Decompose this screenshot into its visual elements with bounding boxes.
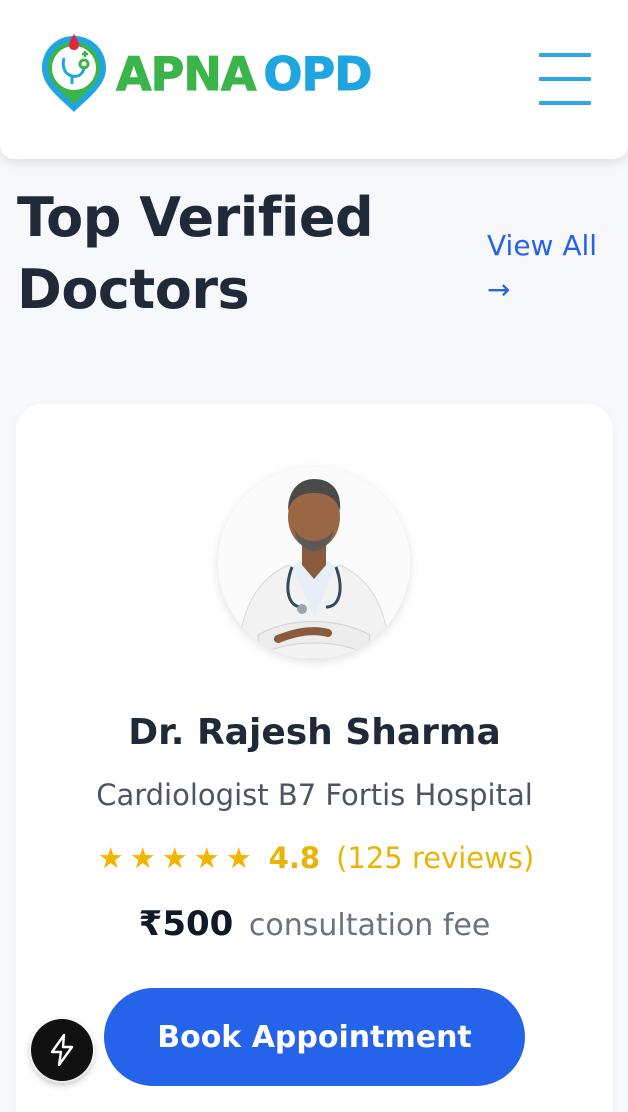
star-icon: ★ [193,841,220,875]
menu-line [539,77,591,81]
star-icon: ★ [161,841,188,875]
hamburger-menu-icon[interactable] [538,52,592,106]
bolt-glyph [50,1033,74,1067]
fee-amount: ₹500 [138,904,234,944]
lightning-bolt-icon[interactable] [31,1019,93,1081]
review-count[interactable]: (125 reviews) [336,841,534,875]
star-icon: ★ [97,841,124,875]
star-icon: ★ [129,841,156,875]
doctor-photo [218,467,410,659]
logo-mark-icon [42,34,106,112]
logo-text-opd: OPD [263,47,373,102]
arrow-right-icon: → [487,273,511,306]
doctor-specialty: Cardiologist B7 Fortis Hospital [96,778,533,812]
apna-opd-logo[interactable]: APNA OPD [38,32,373,116]
view-all-link[interactable]: View All → [487,226,617,308]
book-appointment-button[interactable]: Book Appointment [104,988,525,1086]
doctor-name: Dr. Rajesh Sharma [128,712,501,753]
logo-text-apna: APNA [115,47,256,102]
star-icon: ★ [225,841,252,875]
menu-line [539,101,591,105]
doctor-avatar [218,467,410,659]
section-title: Top Verified Doctors [17,186,374,321]
rating-value: 4.8 [268,841,321,875]
menu-line [539,53,591,57]
fee-label: consultation fee [248,908,491,943]
rating-row: ★ ★ ★ ★ ★ 4.8 (125 reviews) [16,838,613,878]
consultation-fee: ₹500 consultation fee [16,904,613,944]
top-header: APNA OPD [0,0,628,159]
view-all-label: View All [487,229,598,262]
